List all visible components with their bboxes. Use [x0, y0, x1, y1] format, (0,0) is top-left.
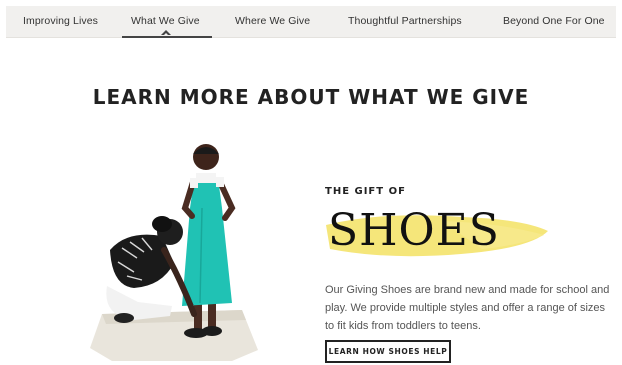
gift-eyebrow: THE GIFT OF [325, 186, 406, 197]
girl-collar [196, 173, 216, 183]
woman-hair-bun [152, 216, 172, 232]
page-heading: LEARN MORE ABOUT WHAT WE GIVE [92, 85, 530, 110]
active-tab-underline [122, 36, 212, 38]
girl-right-leg [208, 300, 216, 330]
girl-right-shoe [202, 326, 222, 336]
nav-item-thoughtful-partnerships[interactable]: Thoughtful Partnerships [348, 6, 462, 37]
shoes-title: SHOES [328, 205, 500, 256]
caret-up-icon-inner [163, 33, 169, 36]
girl-right-sleeve [216, 177, 224, 187]
nav-item-improving-lives[interactable]: Improving Lives [23, 6, 98, 37]
learn-how-shoes-help-button[interactable]: LEARN HOW SHOES HELP [325, 340, 451, 363]
shoe-fitting-photo [90, 144, 258, 361]
shoes-description: Our Giving Shoes are brand new and made … [325, 284, 610, 332]
nav-item-beyond-one-for-one[interactable]: Beyond One For One [503, 6, 605, 37]
woman-foot [114, 313, 134, 323]
girl-left-sleeve [190, 178, 198, 188]
top-navigation: Improving Lives What We Give Where We Gi… [6, 6, 616, 38]
nav-item-where-we-give[interactable]: Where We Give [235, 6, 310, 37]
